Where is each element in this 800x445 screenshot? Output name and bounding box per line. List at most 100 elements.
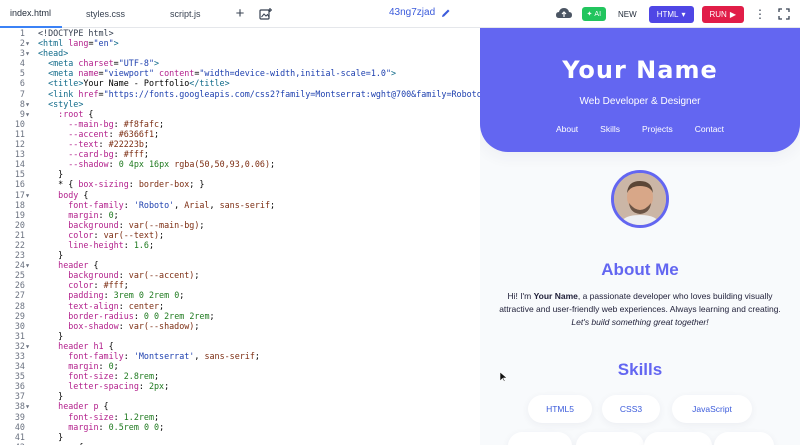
line-number: 17▾ <box>14 189 30 200</box>
nav-about-link[interactable]: About <box>556 124 578 134</box>
tab-styles-css[interactable]: styles.css <box>76 0 152 28</box>
line-number: 3▾ <box>19 48 30 59</box>
line-number: 25 <box>14 270 30 281</box>
project-name-label: 43ng7zjad <box>389 7 436 18</box>
code-line[interactable]: } <box>38 169 480 179</box>
code-line[interactable]: font-family: 'Montserrat', sans-serif; <box>38 351 480 361</box>
fullscreen-icon[interactable] <box>776 6 792 22</box>
nav-projects-link[interactable]: Projects <box>642 124 673 134</box>
code-line[interactable]: --card-bg: #fff; <box>38 149 480 159</box>
mouse-cursor-icon <box>499 369 508 382</box>
line-number-gutter: 1 2▾ 3▾ 4 5 6 7 8▾ 9▾ 10 11 12 13 14 15 16 1… <box>0 28 38 445</box>
cloud-upload-icon[interactable] <box>554 4 574 24</box>
line-number: 39 <box>14 411 30 422</box>
project-name[interactable]: 43ng7zjad <box>389 7 451 18</box>
tab-label: styles.css <box>86 8 126 19</box>
code-line[interactable]: box-shadow: var(--shadow); <box>38 321 480 331</box>
tab-script-js[interactable]: script.js <box>160 0 216 28</box>
code-line[interactable]: line-height: 1.6; <box>38 240 480 250</box>
code-line[interactable]: padding: 3rem 0 2rem 0; <box>38 290 480 300</box>
ai-label: AI <box>594 10 602 18</box>
sparkle-icon: ✦ <box>586 11 593 18</box>
code-line[interactable]: --text: #22223b; <box>38 139 480 149</box>
tab-index-html[interactable]: index.html <box>0 0 62 28</box>
code-line[interactable]: <!DOCTYPE html> <box>38 28 480 38</box>
line-number: 33 <box>14 351 30 361</box>
ai-button[interactable]: ✦ AI <box>581 7 607 21</box>
code-line[interactable]: <style> <box>38 99 480 109</box>
preview-pane[interactable]: Your Name Web Developer & Designer About… <box>480 28 800 445</box>
run-button[interactable]: RUN ▶ <box>701 5 744 23</box>
code-line[interactable]: <meta name="viewport" content="width=dev… <box>38 68 480 78</box>
skill-chip <box>576 432 644 445</box>
code-line[interactable]: background: var(--main-bg); <box>38 220 480 230</box>
code-editor[interactable]: 1 2▾ 3▾ 4 5 6 7 8▾ 9▾ 10 11 12 13 14 15 16 1… <box>0 28 480 445</box>
line-number: 7 <box>19 88 30 99</box>
pencil-icon[interactable] <box>441 8 451 18</box>
code-line[interactable]: --main-bg: #f8fafc; <box>38 119 480 129</box>
line-number: 14 <box>14 159 30 170</box>
code-line[interactable]: body { <box>38 190 480 200</box>
line-number: 31 <box>14 330 30 341</box>
add-image-icon[interactable] <box>256 4 276 24</box>
line-number: 6 <box>19 78 30 89</box>
code-line[interactable]: } <box>38 432 480 442</box>
skills-heading: Skills <box>617 360 663 379</box>
code-line[interactable]: <head> <box>38 48 480 58</box>
code-line[interactable]: --shadow: 0 4px 16px rgba(50,50,93,0.06)… <box>38 159 480 169</box>
code-line[interactable]: <link href="https://fonts.googleapis.com… <box>38 89 480 99</box>
line-number: 18 <box>14 199 30 210</box>
line-number: 23 <box>14 250 30 261</box>
line-number: 13 <box>14 149 30 160</box>
language-dropdown[interactable]: HTML ▾ <box>648 5 694 23</box>
skill-chip-javascript: JavaScript <box>672 395 752 423</box>
line-number: 32▾ <box>14 340 30 351</box>
code-line[interactable]: } <box>38 250 480 260</box>
code-line[interactable]: <meta charset="UTF-8"> <box>38 58 480 68</box>
code-line[interactable]: text-align: center; <box>38 301 480 311</box>
code-line[interactable]: * { box-sizing: border-box; } <box>38 179 480 189</box>
line-number: 34 <box>14 361 30 372</box>
more-options-icon[interactable]: ⋮ <box>752 6 768 22</box>
skill-chip <box>508 432 572 445</box>
add-file-icon[interactable]: + <box>230 4 250 24</box>
nav-contact-link[interactable]: Contact <box>695 124 724 134</box>
skill-chip-html5: HTML5 <box>528 395 592 423</box>
code-line[interactable]: margin: 0; <box>38 361 480 371</box>
line-number: 37 <box>14 391 30 402</box>
line-number: 28 <box>14 300 30 311</box>
app-root: index.html styles.css script.js + 43ng7z… <box>0 0 800 445</box>
code-line[interactable]: <html lang="en"> <box>38 38 480 48</box>
run-label: RUN <box>709 9 727 19</box>
code-line[interactable]: font-family: 'Roboto', Arial, sans-serif… <box>38 200 480 210</box>
code-line[interactable]: background: var(--accent); <box>38 270 480 280</box>
code-line[interactable]: } <box>38 331 480 341</box>
about-name: Your Name <box>533 291 578 301</box>
code-line[interactable]: header p { <box>38 401 480 411</box>
line-number: 4 <box>19 58 30 69</box>
new-button[interactable]: NEW <box>614 10 641 19</box>
tab-label: index.html <box>10 7 52 18</box>
line-number: 5 <box>19 68 30 79</box>
code-line[interactable]: :root { <box>38 109 480 119</box>
code-line[interactable]: margin: 0.5rem 0 0; <box>38 422 480 432</box>
code-line[interactable]: color: var(--text); <box>38 230 480 240</box>
code-line[interactable]: color: #fff; <box>38 280 480 290</box>
preview-header: Your Name Web Developer & Designer About… <box>480 28 800 152</box>
nav-skills-link[interactable]: Skills <box>600 124 620 134</box>
code-area[interactable]: <!DOCTYPE html> <html lang="en"> <head> <m… <box>38 28 480 445</box>
line-number: 29 <box>14 310 30 321</box>
about-italic: Let's build something great together! <box>571 316 709 327</box>
line-number: 38▾ <box>14 401 30 412</box>
code-line[interactable]: --accent: #6366f1; <box>38 129 480 139</box>
code-line[interactable]: font-size: 2.8rem; <box>38 371 480 381</box>
code-line[interactable]: letter-spacing: 2px; <box>38 381 480 391</box>
code-line[interactable]: header h1 { <box>38 341 480 351</box>
code-line[interactable]: header { <box>38 260 480 270</box>
code-line[interactable]: border-radius: 0 0 2rem 2rem; <box>38 311 480 321</box>
code-line[interactable]: <title>Your Name - Portfolio</title> <box>38 78 480 88</box>
code-line[interactable]: } <box>38 391 480 401</box>
code-line[interactable]: font-size: 1.2rem; <box>38 412 480 422</box>
code-line[interactable]: margin: 0; <box>38 210 480 220</box>
language-label: HTML <box>656 9 679 19</box>
